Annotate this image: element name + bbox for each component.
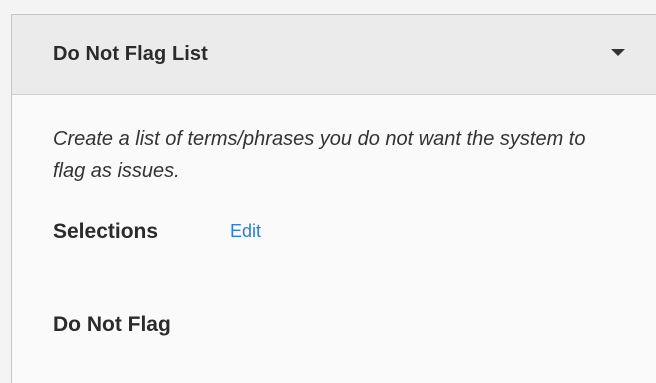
- do-not-flag-heading: Do Not Flag: [53, 313, 171, 336]
- top-strip: [0, 0, 656, 14]
- panel-title: Do Not Flag List: [53, 43, 208, 65]
- do-not-flag-panel: Do Not Flag List Create a list of terms/…: [11, 14, 656, 383]
- panel-body: Create a list of terms/phrases you do no…: [12, 95, 656, 383]
- caret-down-icon[interactable]: [611, 49, 625, 56]
- panel-header-toggle[interactable]: Do Not Flag List: [12, 15, 656, 95]
- selections-label: Selections: [53, 220, 159, 243]
- panel-description: Create a list of terms/phrases you do no…: [53, 128, 586, 182]
- edit-selections-link[interactable]: Edit: [230, 221, 261, 242]
